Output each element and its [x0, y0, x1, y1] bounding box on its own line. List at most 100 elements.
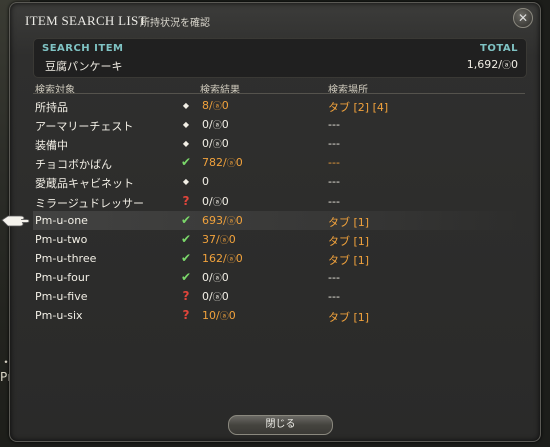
row-result-count: 162/: [202, 251, 227, 265]
hq-icon: ⓐ: [226, 254, 236, 265]
diamond-icon: ◆: [182, 120, 190, 130]
row-name: Pm-u-one: [35, 213, 88, 227]
row-result-count: 782/: [202, 156, 227, 170]
hq-icon: ⓐ: [219, 235, 229, 246]
row-result-count: 0/: [202, 118, 213, 132]
row-result-count: 0/: [202, 270, 213, 284]
list-item[interactable]: Pm-u-one ✔ 693/ⓐ0 タブ [1]: [33, 210, 525, 230]
question-icon: ?: [182, 289, 190, 303]
row-result: 8/ⓐ0: [202, 99, 229, 112]
hq-icon: ⓐ: [212, 197, 222, 208]
row-result-hq: 0: [235, 213, 243, 227]
total-hq: 0: [511, 58, 518, 71]
row-result-hq: 0: [228, 232, 236, 246]
row-location: ---: [328, 156, 340, 170]
list-item[interactable]: Pm-u-three ✔ 162/ⓐ0 タブ [1]: [33, 249, 525, 268]
row-result-count: 693/: [202, 213, 227, 227]
list-item[interactable]: アーマリーチェスト ◆ 0/ⓐ0 ---: [33, 115, 525, 134]
row-result-count: 37/: [202, 232, 220, 246]
item-search-window: ITEM SEARCH LIST 所持状況を確認 ✕ SEARCH ITEM 豆…: [9, 2, 541, 442]
check-icon: ✔: [180, 231, 192, 246]
row-result-hq: 0: [235, 156, 243, 170]
total-label: TOTAL: [480, 43, 518, 54]
row-location: タブ [2] [4]: [328, 101, 389, 114]
row-name: 所持品: [35, 101, 68, 114]
hq-icon: ⓐ: [226, 216, 236, 227]
row-result: 0: [202, 175, 209, 188]
list-item[interactable]: ミラージュドレッサー? 0/ⓐ0 ---: [33, 192, 525, 211]
row-location: タブ [1]: [328, 234, 370, 248]
row-result-count: 10/: [202, 309, 220, 323]
check-icon: ✔: [180, 212, 192, 227]
hq-icon: ⓐ: [219, 312, 229, 323]
row-result-hq: 0: [221, 99, 229, 112]
close-button[interactable]: 閉じる: [228, 415, 333, 435]
search-item-panel: SEARCH ITEM 豆腐パンケーキ TOTAL 1,692/ⓐ0: [33, 38, 527, 78]
list-item[interactable]: Pm-u-four ✔ 0/ⓐ0 ---: [33, 268, 525, 287]
hand-pointer-icon: [1, 215, 30, 227]
question-icon: ?: [182, 193, 190, 208]
check-icon: ✔: [180, 155, 192, 170]
total-value: 1,692/ⓐ0: [467, 58, 518, 71]
question-icon: ?: [182, 308, 190, 323]
hq-icon: ⓐ: [212, 293, 222, 303]
row-location: ---: [328, 137, 340, 151]
check-icon: ✔: [180, 250, 192, 265]
row-name: 装備中: [35, 139, 68, 153]
row-result-hq: 0: [221, 270, 229, 284]
row-result: 0/ⓐ0: [202, 137, 229, 150]
list-item[interactable]: Pm-u-six? 10/ⓐ0 タブ [1]: [33, 306, 525, 325]
search-item-label: SEARCH ITEM: [42, 43, 124, 54]
row-location: ---: [328, 290, 340, 303]
row-name: アーマリーチェスト: [35, 120, 134, 134]
row-result-hq: 0: [228, 309, 236, 323]
header-divider: [33, 93, 525, 94]
row-result-count: 0/: [202, 194, 213, 208]
list-item[interactable]: Pm-u-two ✔ 37/ⓐ0 タブ [1]: [33, 230, 525, 249]
close-icon[interactable]: ✕: [513, 8, 533, 28]
row-result-count: 0/: [202, 137, 213, 151]
row-result: 0/ⓐ0: [202, 290, 229, 303]
row-location: タブ [1]: [328, 311, 370, 325]
row-result-count: 0: [202, 175, 209, 189]
row-result: 0/ⓐ0: [202, 271, 229, 284]
titlebar[interactable]: ITEM SEARCH LIST 所持状況を確認 ✕: [10, 3, 540, 33]
hq-icon: ⓐ: [226, 159, 236, 170]
row-result-count: 8/: [202, 99, 213, 112]
row-name: ミラージュドレッサー: [35, 196, 145, 210]
row-name: Pm-u-five: [35, 290, 88, 303]
list-item[interactable]: Pm-u-five? 0/ⓐ0 ---: [33, 287, 525, 306]
row-location: ---: [328, 270, 340, 284]
row-result-hq: 0: [221, 290, 229, 303]
list-item[interactable]: 所持品 ◆ 8/ⓐ0 タブ [2] [4]: [33, 96, 525, 115]
row-location: ---: [328, 194, 340, 208]
list-item[interactable]: チョコボかばん ✔ 782/ⓐ0 ---: [33, 153, 525, 172]
row-name: 愛蔵品キャビネット: [35, 177, 134, 191]
row-result: 0/ⓐ0: [202, 195, 229, 208]
row-result: 693/ⓐ0: [202, 214, 243, 227]
list-item[interactable]: 装備中 ◆ 0/ⓐ0 ---: [33, 134, 525, 153]
row-name: Pm-u-three: [35, 251, 97, 265]
hq-icon: ⓐ: [212, 102, 222, 112]
row-result-hq: 0: [235, 251, 243, 265]
window-subtitle: 所持状況を確認: [140, 18, 210, 29]
row-result: 0/ⓐ0: [202, 118, 229, 131]
hq-icon: ⓐ: [501, 61, 511, 71]
row-result-hq: 0: [221, 194, 229, 208]
row-name: Pm-u-two: [35, 232, 88, 246]
list-item[interactable]: 愛蔵品キャビネット ◆ 0 ---: [33, 172, 525, 191]
diamond-icon: ◆: [182, 139, 190, 149]
row-name: Pm-u-six: [35, 309, 83, 323]
row-name: Pm-u-four: [35, 270, 90, 284]
total-nq: 1,692/: [466, 58, 502, 71]
row-name: チョコボかばん: [35, 158, 112, 172]
row-result: 782/ⓐ0: [202, 156, 243, 169]
row-result: 162/ⓐ0: [202, 252, 243, 265]
row-result: 10/ⓐ0: [202, 309, 236, 322]
window-title: ITEM SEARCH LIST: [25, 13, 147, 28]
row-result-count: 0/: [202, 290, 213, 303]
row-location: ---: [328, 175, 340, 189]
check-icon: ✔: [180, 269, 192, 284]
diamond-icon: ◆: [182, 177, 190, 187]
row-result: 37/ⓐ0: [202, 233, 236, 246]
